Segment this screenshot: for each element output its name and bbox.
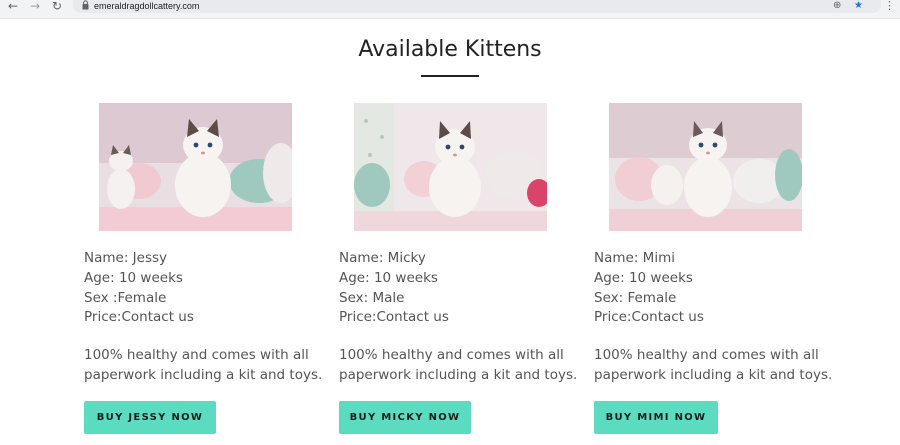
forward-arrow-icon[interactable]: → [30,0,40,14]
kitten-info-micky: Name: Micky Age: 10 weeks Sex: Male Pric… [339,249,589,328]
kitten-sex: Sex :Female [84,289,167,306]
kitten-description-mimi: 100% healthy and comes with all paperwor… [594,346,844,386]
kitten-name: Name: Micky [339,250,426,266]
description-line: 100% healthy and comes with all [84,347,309,363]
kitten-info-mimi: Name: Mimi Age: 10 weeks Sex: Female Pri… [594,249,844,328]
kitten-info-jessy: Name: Jessy Age: 10 weeks Sex :Female Pr… [84,249,334,328]
title-underline [421,75,479,77]
url-text[interactable]: emeraldragdollcattery.com [94,0,199,12]
star-icon[interactable]: ★ [854,0,863,12]
description-line: paperwork including a kit and toys. [594,366,833,383]
reload-icon[interactable]: ↻ [52,0,62,14]
back-arrow-icon[interactable]: ← [8,0,18,14]
buy-micky-button[interactable]: BUY MICKY NOW [339,401,471,434]
lock-icon [82,0,89,10]
description-line: 100% healthy and comes with all [339,347,564,363]
kitten-description-jessy: 100% healthy and comes with all paperwor… [84,346,334,386]
kitten-photo-jessy [99,103,292,231]
description-line: paperwork including a kit and toys. [84,366,323,383]
kitten-photo-micky [354,103,547,231]
menu-icon[interactable]: ⋮ [884,0,895,12]
browser-toolbar: ← → ↻ emeraldragdollcattery.com ⊕ ★ ⋮ [0,0,900,19]
kitten-price: Price:Contact us [594,309,704,326]
buy-jessy-button[interactable]: BUY JESSY NOW [84,401,216,434]
description-line: 100% healthy and comes with all [594,347,819,363]
kitten-age: Age: 10 weeks [339,269,438,286]
page-title: Available Kittens [358,37,542,62]
kitten-sex: Sex: Female [594,289,677,306]
kitten-sex: Sex: Male [339,289,405,306]
kitten-name: Name: Jessy [84,250,168,266]
description-line: paperwork including a kit and toys. [339,366,578,383]
kitten-description-micky: 100% healthy and comes with all paperwor… [339,346,589,386]
kitten-age: Age: 10 weeks [84,269,183,286]
kitten-age: Age: 10 weeks [594,269,693,286]
zoom-icon[interactable]: ⊕ [833,0,841,12]
buy-mimi-button[interactable]: BUY MIMI NOW [594,401,718,434]
kitten-photo-mimi [609,103,802,231]
kitten-price: Price:Contact us [339,309,449,326]
kitten-name: Name: Mimi [594,250,675,266]
kitten-price: Price:Contact us [84,309,194,326]
